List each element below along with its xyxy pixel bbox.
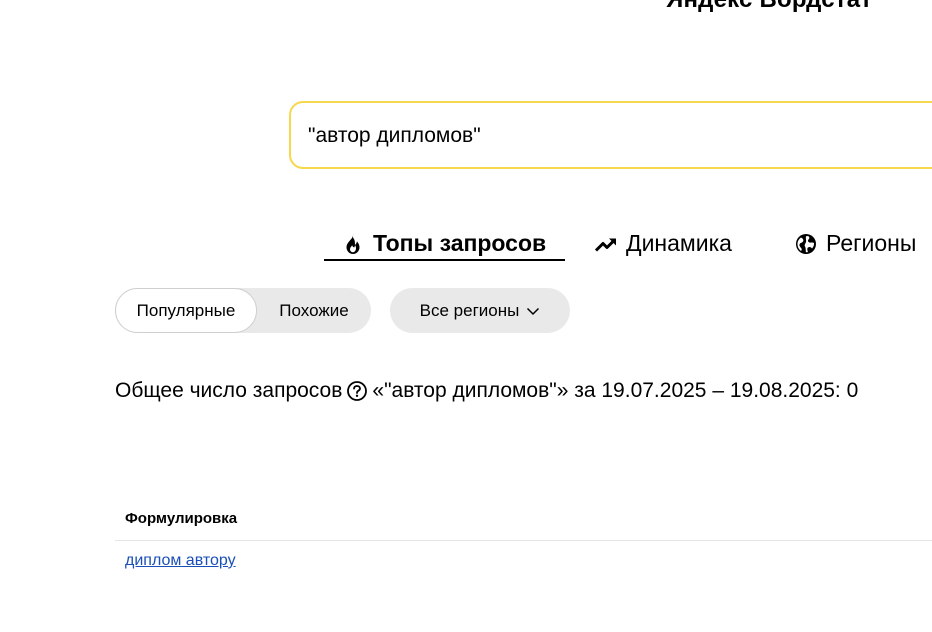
tabs-bar: Топы запросов Динамика Регионы xyxy=(0,227,932,267)
popularity-toggle: Популярные Похожие xyxy=(115,288,371,333)
column-header-phrase: Формулировка xyxy=(125,510,238,527)
summary-query-and-period: «"автор дипломов"» за 19.07.2025 – 19.08… xyxy=(372,379,859,402)
tab-regions-label: Регионы xyxy=(826,230,917,256)
search-input[interactable] xyxy=(308,119,908,153)
phrase-link[interactable]: диплом автору xyxy=(125,552,236,570)
chevron-down-icon xyxy=(526,304,540,318)
globe-icon xyxy=(794,232,818,256)
trend-up-icon xyxy=(594,232,618,256)
help-icon[interactable] xyxy=(346,380,368,402)
active-tab-underline xyxy=(324,259,565,261)
popular-button[interactable]: Популярные xyxy=(115,288,257,333)
tab-top-queries-label: Топы запросов xyxy=(373,230,547,256)
tab-top-queries[interactable]: Топы запросов xyxy=(341,227,546,260)
summary-prefix: Общее число запросов xyxy=(115,379,343,402)
region-select-label: Все регионы xyxy=(419,300,520,320)
table-divider xyxy=(115,540,932,541)
brand-title[interactable]: Яндекс Вордстат xyxy=(666,0,872,14)
similar-button[interactable]: Похожие xyxy=(257,288,371,333)
tab-dynamics-label: Динамика xyxy=(626,230,732,256)
total-queries-summary: Общее число запросов «"автор дипломов"» … xyxy=(115,379,858,403)
fire-icon xyxy=(341,232,365,256)
wordstat-page: Яндекс Вордстат Топы запросов Динамика xyxy=(0,0,932,632)
tab-regions[interactable]: Регионы xyxy=(794,227,916,260)
region-select-button[interactable]: Все регионы xyxy=(390,288,570,333)
search-box[interactable] xyxy=(289,101,932,169)
tab-dynamics[interactable]: Динамика xyxy=(594,227,732,260)
